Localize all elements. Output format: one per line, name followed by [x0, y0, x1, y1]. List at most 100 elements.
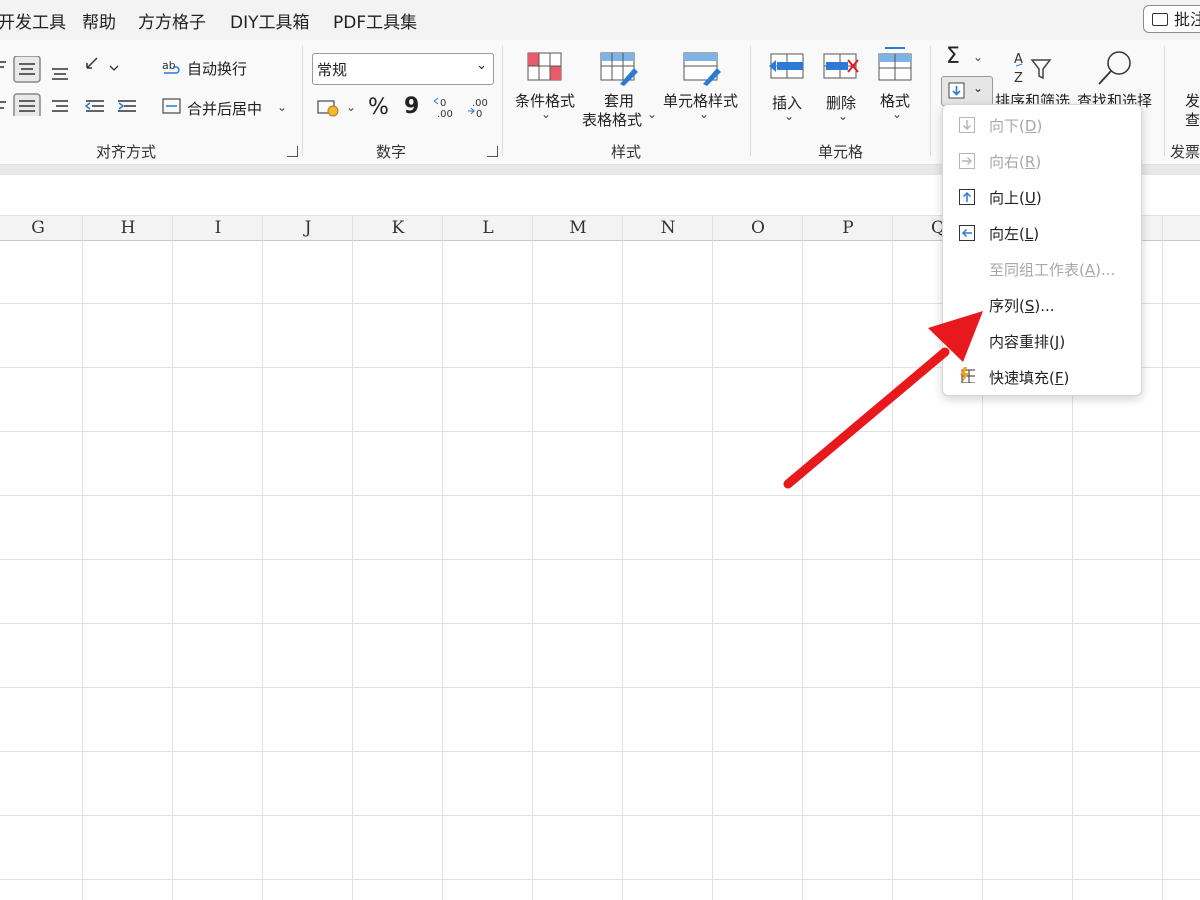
menu-item-label: 向右(R) — [989, 153, 1042, 171]
fill-down-icon — [948, 82, 965, 99]
grid-line — [0, 687, 1200, 688]
menu-item-justify[interactable]: 内容重排(J) — [943, 325, 1141, 357]
group-label-styles: 样式 — [611, 143, 642, 161]
tab-fangfang[interactable]: 方方格子 — [138, 8, 206, 33]
group-label-number: 数字 — [376, 143, 407, 161]
insert-cells-icon — [769, 53, 804, 79]
menu-item-label: 序列(S)... — [989, 297, 1055, 315]
chevron-down-icon[interactable]: ⌄ — [892, 107, 902, 121]
chevron-down-icon[interactable]: ⌄ — [784, 109, 794, 123]
decimal-buttons-icon[interactable]: 0 .00 .00 0 — [432, 95, 496, 121]
invoice-button-line2[interactable]: 查 — [1185, 109, 1200, 130]
comment-icon — [1152, 13, 1168, 26]
grid-line — [0, 431, 1200, 432]
fill-right-icon — [959, 153, 975, 169]
grid-line — [172, 216, 173, 900]
format-as-table-button[interactable]: 表格格式 — [582, 109, 642, 130]
chevron-down-icon[interactable]: ⌄ — [699, 107, 709, 121]
alignment-buttons-icon — [0, 56, 136, 116]
grid-line — [532, 216, 533, 900]
menu-item-fill-up[interactable]: 向上(U) — [943, 181, 1141, 213]
tab-help[interactable]: 帮助 — [82, 8, 116, 33]
autosum-button[interactable]: Σ — [946, 44, 960, 69]
fill-button[interactable]: ⌄ — [941, 76, 993, 106]
alignment-dialog-launcher-icon[interactable] — [287, 146, 298, 157]
group-label-invoice: 发票 — [1170, 143, 1200, 161]
wrap-text-button[interactable]: 自动换行 — [187, 58, 247, 79]
merge-center-icon — [162, 98, 181, 114]
cell-styles-icon — [683, 52, 721, 86]
chevron-down-icon[interactable]: ⌄ — [541, 107, 551, 121]
column-header-h[interactable]: H — [83, 216, 173, 240]
fill-chevron-down-icon: ⌄ — [973, 81, 984, 95]
grid-line — [82, 216, 83, 900]
tab-pdf-tools[interactable]: PDF工具集 — [333, 8, 417, 33]
merge-center-button[interactable]: 合并后居中 — [187, 98, 262, 119]
menu-item-label: 快速填充(F) — [989, 369, 1070, 387]
ribbon-divider — [750, 46, 751, 156]
grid-line — [712, 216, 713, 900]
fill-dropdown-menu: 向下(D) 向右(R) 向上(U) 向左(L) 至同组工作表(A)... 序列(… — [942, 104, 1142, 396]
grid-line — [0, 815, 1200, 816]
menu-item-fill-right[interactable]: 向右(R) — [943, 145, 1141, 177]
number-dialog-launcher-icon[interactable] — [487, 146, 498, 157]
conditional-formatting-icon — [527, 52, 562, 81]
accounting-format-icon[interactable] — [317, 98, 341, 118]
menu-item-fill-down[interactable]: 向下(D) — [943, 109, 1141, 141]
comma-style-button[interactable]: 9 — [404, 94, 419, 119]
grid-line — [0, 623, 1200, 624]
format-cells-icon — [878, 47, 912, 81]
grid-line — [802, 216, 803, 900]
menu-item-flash-fill[interactable]: 快速填充(F) — [943, 361, 1141, 393]
column-header-j[interactable]: J — [263, 216, 353, 240]
percent-style-button[interactable]: % — [368, 95, 389, 120]
svg-text:.00: .00 — [472, 98, 488, 109]
fill-down-icon — [959, 117, 975, 133]
grid-line — [0, 751, 1200, 752]
flash-fill-icon — [960, 367, 975, 383]
grid-line — [262, 216, 263, 900]
fill-left-icon — [959, 225, 975, 241]
svg-text:.00: .00 — [437, 109, 453, 120]
grid-line — [1162, 216, 1163, 900]
accounting-chevron-down-icon[interactable]: ⌄ — [346, 100, 356, 114]
ribbon-divider — [1164, 46, 1165, 156]
column-header-m[interactable]: M — [533, 216, 623, 240]
svg-text:ab: ab — [162, 59, 176, 72]
merge-center-chevron-down-icon[interactable]: ⌄ — [277, 100, 287, 114]
wrap-text-icon: ab — [162, 59, 180, 74]
svg-text:Z: Z — [1014, 71, 1023, 86]
grid-line — [0, 495, 1200, 496]
column-header-l[interactable]: L — [443, 216, 533, 240]
svg-text:0: 0 — [476, 109, 482, 120]
column-header-o[interactable]: O — [713, 216, 803, 240]
chevron-down-icon[interactable]: ⌄ — [647, 107, 657, 121]
svg-text:0: 0 — [440, 98, 446, 109]
group-label-cells: 单元格 — [818, 143, 864, 161]
invoice-button-line1[interactable]: 发 — [1185, 90, 1200, 111]
tab-diy-toolbox[interactable]: DIY工具箱 — [230, 8, 310, 33]
column-header-i[interactable]: I — [173, 216, 263, 240]
column-header-k[interactable]: K — [353, 216, 443, 240]
autosum-chevron-down-icon[interactable]: ⌄ — [973, 50, 983, 64]
column-header-p[interactable]: P — [803, 216, 893, 240]
sort-filter-icon: A Z — [1014, 52, 1052, 86]
grid-line — [0, 879, 1200, 880]
column-header-g[interactable]: G — [0, 216, 83, 240]
menu-item-label: 向下(D) — [989, 117, 1043, 135]
ribbon-tab-bar: 开发工具 帮助 方方格子 DIY工具箱 PDF工具集 批注 — [0, 0, 1200, 40]
tab-developer[interactable]: 开发工具 — [0, 8, 66, 33]
menu-item-fill-left[interactable]: 向左(L) — [943, 217, 1141, 249]
menu-item-across-worksheets[interactable]: 至同组工作表(A)... — [943, 253, 1141, 285]
number-format-select[interactable]: 常规 ⌄ — [312, 53, 494, 85]
comments-button[interactable]: 批注 — [1143, 5, 1200, 33]
chevron-down-icon[interactable]: ⌄ — [838, 109, 848, 123]
menu-item-series[interactable]: 序列(S)... — [943, 289, 1141, 321]
search-icon — [1098, 51, 1131, 85]
format-as-table-line1[interactable]: 套用 — [604, 90, 634, 111]
column-header-n[interactable]: N — [623, 216, 713, 240]
menu-item-label: 向左(L) — [989, 225, 1040, 243]
group-label-alignment: 对齐方式 — [96, 143, 157, 161]
ribbon-divider — [930, 46, 931, 156]
grid-line — [442, 216, 443, 900]
